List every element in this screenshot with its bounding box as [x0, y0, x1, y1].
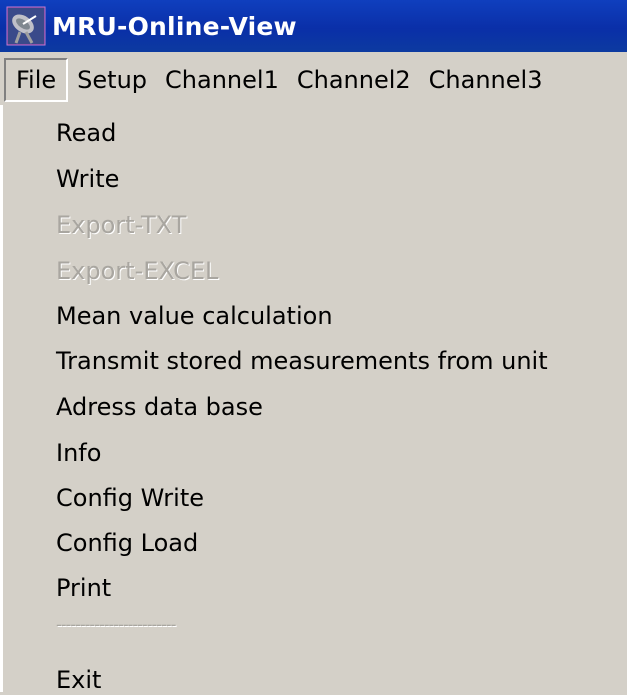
- window-title: MRU-Online-View: [52, 11, 297, 41]
- menu-item-exit[interactable]: Exit: [56, 665, 101, 695]
- menu-separator: -------------------------: [56, 615, 176, 634]
- menu-channel3[interactable]: Channel3: [420, 58, 552, 102]
- satellite-dish-icon[interactable]: [6, 6, 46, 46]
- menu-item-config-load[interactable]: Config Load: [56, 528, 198, 558]
- menu-item-transmit-stored-measurements[interactable]: Transmit stored measurements from unit: [56, 346, 548, 376]
- menu-item-print[interactable]: Print: [56, 573, 111, 603]
- menu-item-info[interactable]: Info: [56, 438, 101, 468]
- menu-setup[interactable]: Setup: [68, 58, 156, 102]
- menu-item-export-excel: Export-EXCEL: [56, 257, 219, 285]
- menu-channel2[interactable]: Channel2: [288, 58, 420, 102]
- file-dropdown-menu: Read Write Export-TXT Export-EXCEL Mean …: [0, 105, 627, 695]
- menu-item-mean-value-calculation[interactable]: Mean value calculation: [56, 301, 333, 331]
- menu-bar: File Setup Channel1 Channel2 Channel3: [0, 52, 627, 108]
- menu-item-export-txt: Export-TXT: [56, 211, 187, 239]
- menu-file[interactable]: File: [4, 58, 69, 102]
- title-bar: MRU-Online-View: [0, 0, 627, 52]
- menu-channel1[interactable]: Channel1: [156, 58, 288, 102]
- menu-item-adress-data-base[interactable]: Adress data base: [56, 392, 263, 422]
- menu-item-read[interactable]: Read: [56, 118, 116, 148]
- menu-item-config-write[interactable]: Config Write: [56, 483, 204, 513]
- menu-item-write[interactable]: Write: [56, 164, 119, 194]
